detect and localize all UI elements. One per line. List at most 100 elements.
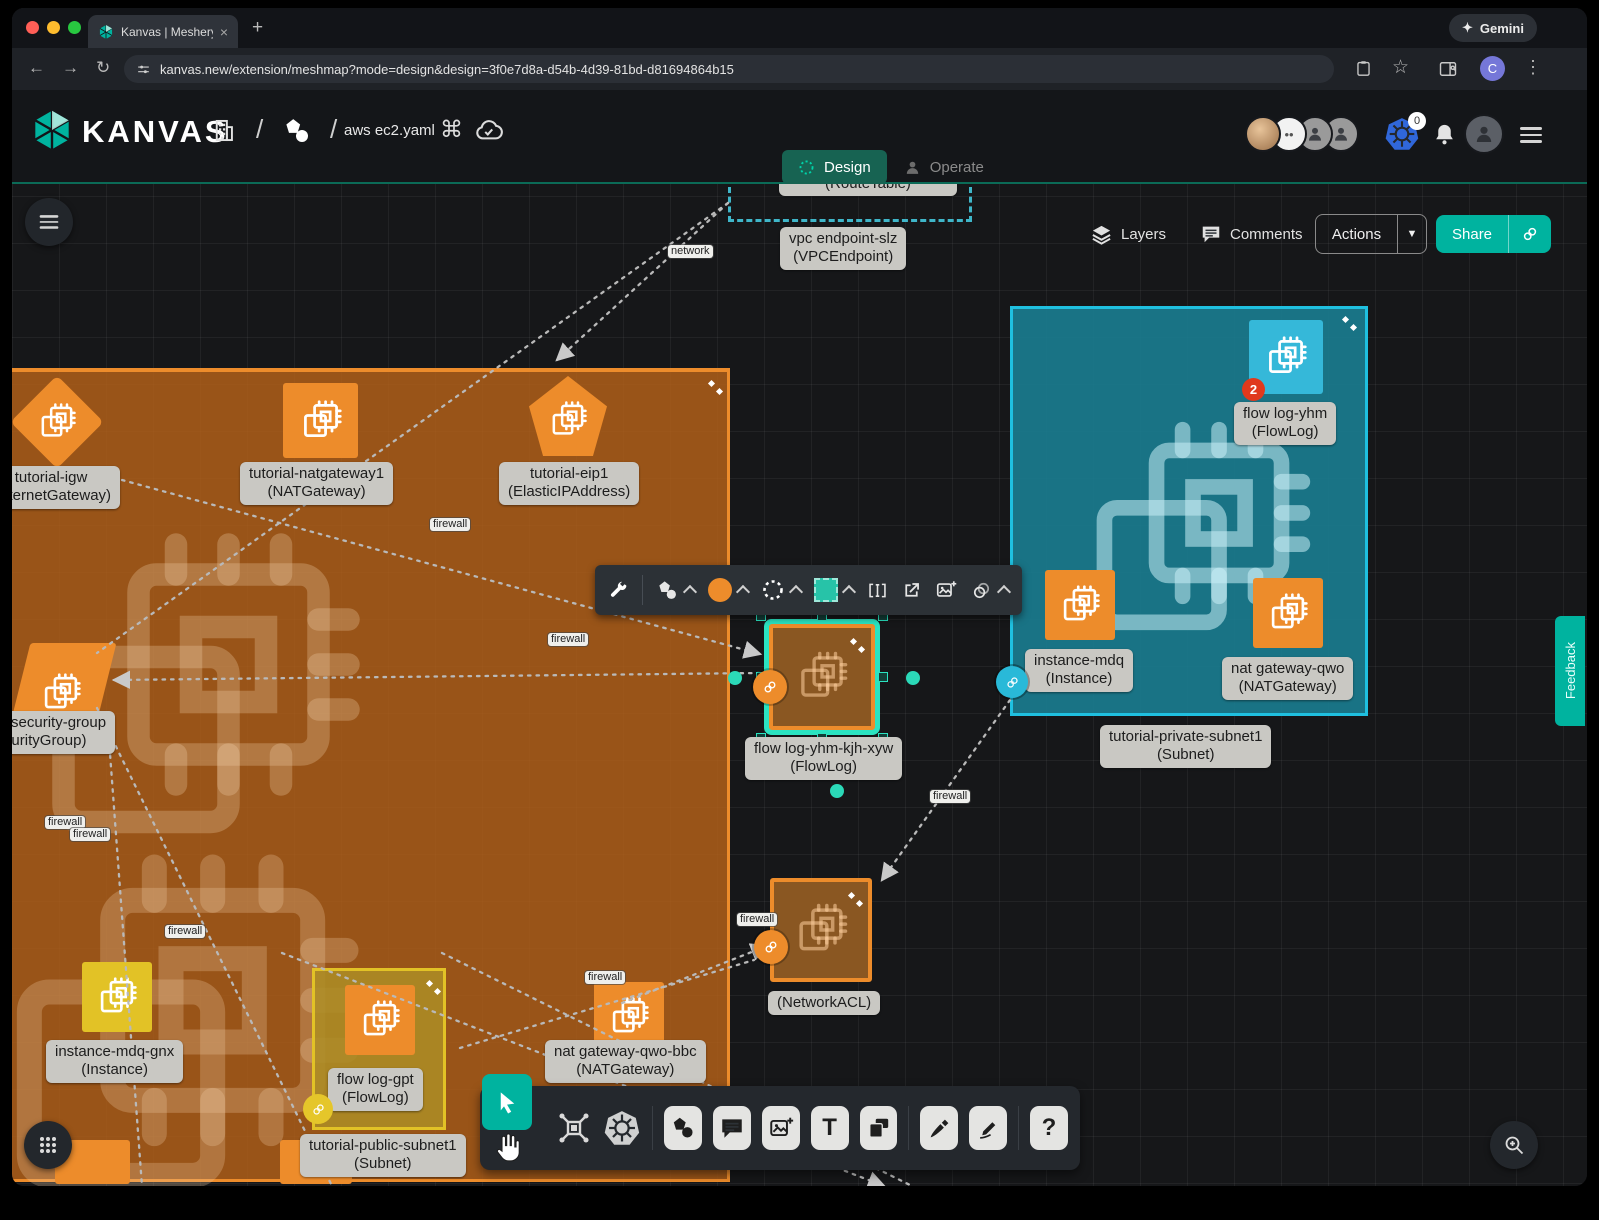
collapse-icon[interactable] <box>426 980 442 996</box>
wrench-icon[interactable] <box>608 580 629 601</box>
design-file-name[interactable]: aws ec2.yaml <box>344 122 435 139</box>
help-button[interactable]: ? <box>1030 1106 1068 1150</box>
save-clipboard-icon[interactable] <box>1354 59 1373 78</box>
side-panel-icon[interactable] <box>1438 59 1458 79</box>
operate-mode-button[interactable]: Operate <box>903 158 984 177</box>
browser-menu-icon[interactable]: ⋮ <box>1524 58 1542 76</box>
share-button[interactable]: Share <box>1436 215 1551 253</box>
maximize-window-button[interactable] <box>68 21 81 34</box>
open-in-new-icon[interactable] <box>901 580 922 601</box>
user-avatar[interactable] <box>1464 114 1504 154</box>
workspace-shapes-icon[interactable] <box>282 116 312 146</box>
back-button[interactable]: ← <box>28 59 45 76</box>
node-label-eip1[interactable]: tutorial-eip1 (ElasticIPAddress) <box>499 462 639 505</box>
browser-tab[interactable]: Kanvas | Meshery × <box>88 15 238 48</box>
connection-dot[interactable] <box>906 671 920 685</box>
node-label-instance-mdq[interactable]: instance-mdq (Instance) <box>1025 649 1133 692</box>
freehand-tool-button[interactable] <box>969 1106 1007 1150</box>
close-tab-icon[interactable]: × <box>220 24 228 40</box>
rename-icon[interactable] <box>867 580 888 601</box>
canvas-menu-button[interactable] <box>25 198 73 246</box>
close-window-button[interactable] <box>26 21 39 34</box>
notifications-bell-icon[interactable] <box>1432 122 1457 147</box>
link-badge-yellow[interactable] <box>303 1094 333 1124</box>
kubernetes-context-button[interactable]: 0 <box>1384 116 1422 154</box>
node-label-network-acl[interactable]: (NetworkACL) <box>768 991 880 1015</box>
image-tool-button[interactable] <box>762 1106 800 1150</box>
edge-label-firewall[interactable]: firewall <box>165 925 205 938</box>
node-instance-mdq[interactable] <box>1045 570 1115 640</box>
gemini-button[interactable]: ✦ Gemini <box>1449 14 1537 42</box>
actions-button[interactable]: Actions ▼ <box>1315 214 1427 254</box>
node-label-igw[interactable]: tutorial-igw (InternetGateway) <box>12 466 120 509</box>
forward-button[interactable]: → <box>62 59 79 76</box>
caret-down-icon[interactable]: ▼ <box>1398 228 1426 240</box>
node-label-flow-log-yhm[interactable]: flow log-yhm (FlowLog) <box>1234 402 1336 445</box>
kanvas-logo[interactable] <box>30 108 74 152</box>
note-tool-button[interactable] <box>860 1106 898 1150</box>
zoom-button[interactable] <box>1490 1121 1538 1169</box>
feedback-tab[interactable]: Feedback <box>1555 616 1585 726</box>
select-tool-button[interactable] <box>482 1074 532 1130</box>
url-field[interactable]: kanvas.new/extension/meshmap?mode=design… <box>124 55 1334 83</box>
reload-button[interactable]: ↻ <box>96 59 110 76</box>
node-natgateway1[interactable] <box>283 383 358 458</box>
link-badge-orange[interactable] <box>753 670 787 704</box>
browser-profile-avatar[interactable]: C <box>1480 56 1505 81</box>
node-flow-log-gpt[interactable] <box>345 985 415 1055</box>
design-canvas[interactable]: network firewall firewall firewall firew… <box>12 8 1587 1186</box>
fill-color-button[interactable] <box>708 578 748 602</box>
site-info-icon[interactable] <box>136 62 151 77</box>
new-tab-button[interactable]: + <box>252 18 263 37</box>
collapse-icon[interactable] <box>1342 316 1358 332</box>
node-nat-gateway-qwo[interactable] <box>1253 578 1323 648</box>
collapse-icon[interactable] <box>850 638 866 654</box>
node-label-flow-log-kjh[interactable]: flow log-yhm-kjh-xyw (FlowLog) <box>745 737 902 780</box>
shapes-tool-button[interactable] <box>664 1106 702 1150</box>
edge-label-network[interactable]: network <box>668 245 713 258</box>
text-tool-button[interactable]: T <box>811 1106 849 1150</box>
add-image-icon[interactable] <box>935 579 957 601</box>
edge-label-firewall[interactable]: firewall <box>70 828 110 841</box>
link-badge-cyan[interactable] <box>996 666 1028 698</box>
app-menu-button[interactable] <box>1520 123 1542 147</box>
kubernetes-tool-button[interactable] <box>603 1109 641 1147</box>
edge-label-firewall[interactable]: firewall <box>430 518 470 531</box>
border-style-button[interactable] <box>761 578 801 602</box>
comment-tool-button[interactable] <box>713 1106 751 1150</box>
node-label-nat-gateway-bbc[interactable]: nat gateway-qwo-bbc (NATGateway) <box>545 1040 706 1083</box>
node-label-natgateway1[interactable]: tutorial-natgateway1 (NATGateway) <box>240 462 393 505</box>
apps-grid-button[interactable] <box>24 1121 72 1169</box>
organization-icon[interactable] <box>210 117 237 144</box>
node-label-nat-gateway-qwo[interactable]: nat gateway-qwo (NATGateway) <box>1222 657 1353 700</box>
node-label-vpc-endpoint[interactable]: vpc endpoint-slz (VPCEndpoint) <box>780 227 906 270</box>
node-label-security-group[interactable]: tutorial-security-group (SecurityGroup) <box>12 711 115 754</box>
shapes-menu-button[interactable] <box>656 579 695 602</box>
node-label-public-subnet[interactable]: tutorial-public-subnet1 (Subnet) <box>300 1134 466 1177</box>
design-mode-button[interactable]: Design <box>782 150 887 184</box>
comments-button[interactable]: Comments <box>1200 223 1303 245</box>
node-label-instance-gnx[interactable]: instance-mdq-gnx (Instance) <box>46 1040 183 1083</box>
connection-dot[interactable] <box>728 671 742 685</box>
group-button[interactable] <box>970 579 1009 602</box>
style-swatch-button[interactable] <box>814 578 854 602</box>
minimize-window-button[interactable] <box>47 21 60 34</box>
count-badge[interactable]: 2 <box>1242 378 1265 401</box>
edge-label-firewall[interactable]: firewall <box>548 633 588 646</box>
edge-label-firewall[interactable]: firewall <box>585 971 625 984</box>
cloud-sync-icon[interactable] <box>474 116 503 145</box>
collaborator-avatar[interactable] <box>1245 116 1281 152</box>
bookmark-star-icon[interactable]: ☆ <box>1392 58 1409 77</box>
node-label-private-subnet[interactable]: tutorial-private-subnet1 (Subnet) <box>1100 725 1271 768</box>
connection-dot[interactable] <box>830 784 844 798</box>
command-icon[interactable]: ⌘ <box>440 118 463 141</box>
link-badge-orange[interactable] <box>754 930 788 964</box>
node-label-flow-log-gpt[interactable]: flow log-gpt (FlowLog) <box>328 1068 423 1111</box>
component-tool-button[interactable] <box>556 1110 592 1146</box>
edge-pen-tool-button[interactable] <box>920 1106 958 1150</box>
layers-button[interactable]: Layers <box>1090 223 1166 246</box>
collapse-icon[interactable] <box>708 380 724 396</box>
selection-handle[interactable] <box>878 672 888 682</box>
share-link-icon[interactable] <box>1509 225 1551 243</box>
edge-label-firewall[interactable]: firewall <box>737 913 777 926</box>
